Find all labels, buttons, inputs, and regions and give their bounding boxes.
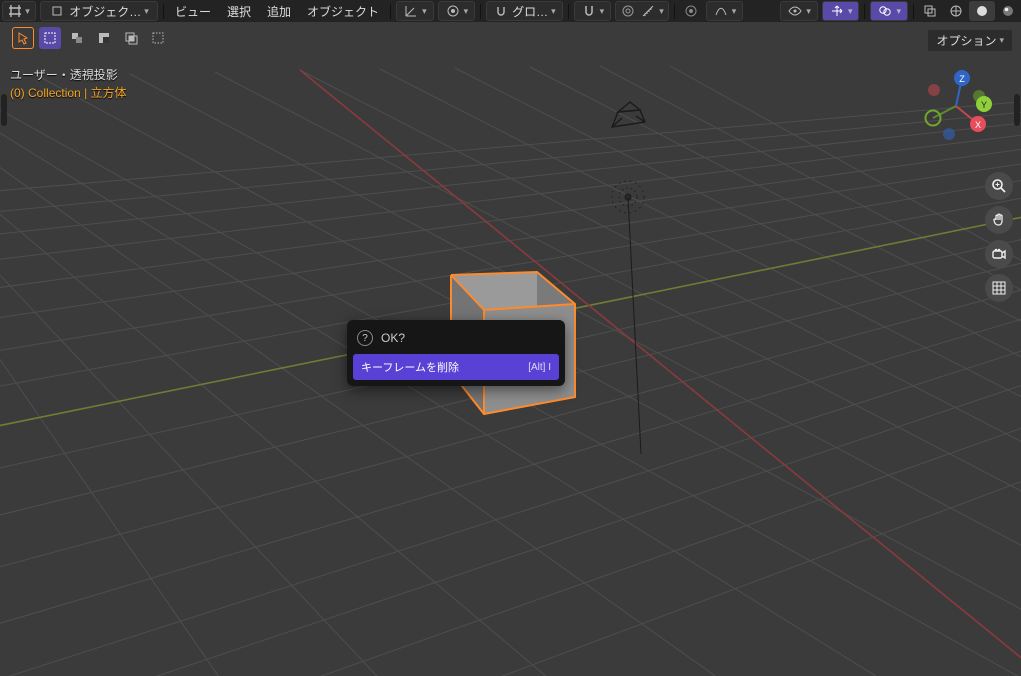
snap-toggle[interactable]: ▾ [574, 1, 612, 21]
header-right: ▾ ▾ ▾ [778, 0, 1021, 22]
popup-action-label: キーフレームを削除 [361, 359, 459, 375]
options-label: オプション [936, 32, 996, 49]
separator [480, 4, 481, 19]
spiral-icon [620, 3, 636, 19]
snap-magnet-icon [493, 3, 509, 19]
eye-icon [787, 3, 803, 19]
transform-orientation-icon-dropdown[interactable]: ▾ [396, 1, 434, 21]
chevron-down-icon: ▾ [806, 6, 811, 17]
visibility-dropdown[interactable]: ▾ [780, 1, 818, 21]
toggle-perspective-button[interactable] [985, 274, 1013, 302]
viewport[interactable]: ユーザー・透視投影 (0) Collection | 立方体 Z Y X [0, 22, 1021, 676]
menu-view[interactable]: ビュー [167, 1, 219, 21]
popup-title: OK? [381, 331, 405, 345]
chevron-down-icon: ▾ [848, 6, 853, 17]
select-subtract-icon[interactable] [93, 27, 115, 49]
select-intersect-icon[interactable] [120, 27, 142, 49]
select-tweak[interactable] [12, 27, 34, 49]
editor-type-dropdown[interactable]: ▾ [2, 1, 36, 21]
select-extend-icon[interactable] [66, 27, 88, 49]
camera-view-button[interactable] [985, 240, 1013, 268]
question-icon: ? [357, 330, 373, 346]
magnet-icon [581, 3, 597, 19]
toolbar-drag-handle-left[interactable] [1, 94, 7, 126]
collection-path: (0) Collection | 立方体 [10, 84, 127, 102]
shading-material[interactable] [995, 1, 1021, 21]
collection-name: Collection [28, 86, 81, 100]
chevron-down-icon: ▾ [659, 6, 664, 17]
chevron-down-icon: ▾ [999, 35, 1004, 46]
orientation-icon [403, 3, 419, 19]
mode-label: オブジェク… [69, 3, 141, 20]
header: ▾ オブジェク… ▾ ビュー 選択 追加 オブジェクト ▾ ▾ [0, 0, 1021, 22]
select-mode-toolbar [12, 24, 169, 52]
delete-keyframe-button[interactable]: キーフレームを削除 [Alt] I [353, 354, 559, 380]
menu-object[interactable]: オブジェクト [299, 1, 387, 21]
viewport-info: ユーザー・透視投影 (0) Collection | 立方体 [10, 66, 127, 102]
chevron-down-icon: ▾ [896, 6, 901, 17]
chevron-down-icon: ▾ [144, 6, 149, 17]
options-dropdown[interactable]: オプション ▾ [927, 29, 1013, 52]
separator [390, 4, 391, 19]
snap-dropdown[interactable]: グロ… ▾ [486, 1, 563, 21]
overlays-icon [877, 3, 893, 19]
select-invert-icon[interactable] [147, 27, 169, 49]
toolbar-drag-handle-right[interactable] [1014, 94, 1020, 126]
separator [568, 4, 569, 19]
object-mode-icon [49, 3, 65, 19]
separator [913, 4, 914, 19]
chevron-down-icon: ▾ [600, 6, 605, 17]
hash-icon [8, 3, 22, 19]
axis-x: X [975, 120, 981, 130]
separator [163, 4, 164, 19]
axis-z: Z [959, 74, 965, 84]
popup-header: ? OK? [353, 326, 559, 354]
chevron-down-icon: ▾ [551, 6, 556, 17]
pivot-point-dropdown[interactable]: ▾ [438, 1, 476, 21]
chevron-down-icon: ▾ [25, 6, 30, 17]
orientation-label: グロ… [512, 3, 548, 20]
navigation-gizmo[interactable]: Z Y X [916, 66, 996, 146]
header-left: ▾ オブジェク… ▾ ビュー 選択 追加 オブジェクト ▾ ▾ [0, 0, 745, 22]
active-object: 立方体 [91, 86, 127, 100]
menu-add[interactable]: 追加 [259, 1, 299, 21]
shading-wireframe[interactable] [943, 1, 969, 21]
gizmo-dropdown[interactable]: ▾ [822, 1, 860, 21]
chevron-down-icon: ▾ [422, 6, 427, 17]
interaction-mode-dropdown[interactable]: オブジェク… ▾ [40, 1, 158, 21]
zoom-button[interactable] [985, 172, 1013, 200]
select-box[interactable] [39, 27, 61, 49]
proportional-circle-icon[interactable] [678, 1, 704, 21]
camera-object[interactable] [612, 102, 645, 127]
chevron-down-icon: ▾ [732, 6, 737, 17]
menu-select[interactable]: 選択 [219, 1, 259, 21]
pivot-icon [445, 3, 461, 19]
shading-solid[interactable] [969, 1, 995, 21]
separator [864, 4, 865, 19]
projection-label: ユーザー・透視投影 [10, 66, 127, 84]
axis-y: Y [981, 100, 987, 110]
popup-shortcut: [Alt] I [528, 362, 551, 373]
collection-index: (0) [10, 86, 25, 100]
separator [674, 4, 675, 19]
measure-icon [640, 3, 656, 19]
collection-sep: | [84, 86, 87, 100]
xray-toggle[interactable] [917, 1, 943, 21]
falloff-dropdown[interactable]: ▾ [706, 1, 744, 21]
pan-button[interactable] [985, 206, 1013, 234]
proportional-edit-group[interactable]: ▾ [615, 1, 669, 21]
arrows-icon [829, 3, 845, 19]
overlays-dropdown[interactable]: ▾ [870, 1, 908, 21]
light-object[interactable] [612, 181, 644, 454]
chevron-down-icon: ▾ [464, 6, 469, 17]
curve-icon [713, 3, 729, 19]
viewport-side-tools [985, 172, 1013, 302]
confirm-popup: ? OK? キーフレームを削除 [Alt] I [347, 320, 565, 386]
